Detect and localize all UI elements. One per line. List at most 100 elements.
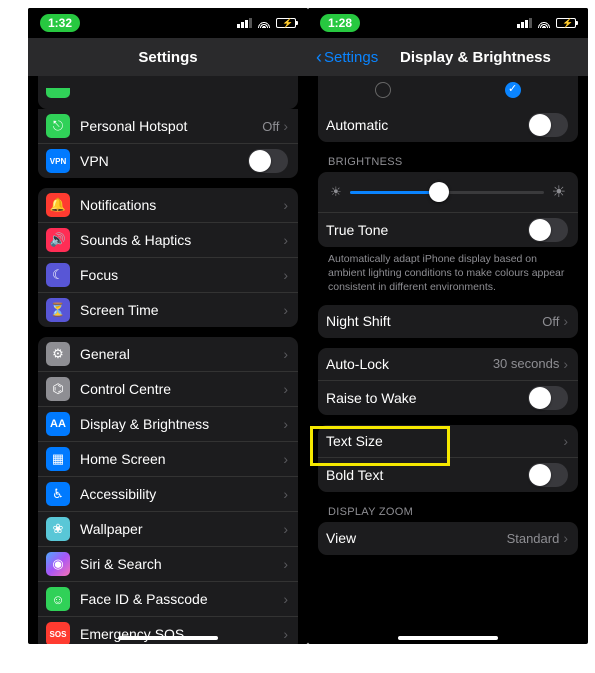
aa-icon: AA	[46, 412, 70, 436]
chevron-right-icon: ›	[283, 416, 288, 432]
row-display-brightness[interactable]: AA Display & Brightness›	[38, 407, 298, 442]
hourglass-icon: ⏳	[46, 298, 70, 322]
chevron-right-icon: ›	[563, 433, 568, 449]
group-general: ⚙General›⌬Control Centre›AADisplay & Bri…	[38, 337, 298, 644]
row-text-size[interactable]: Text Size ›	[318, 425, 578, 458]
wifi-icon	[257, 18, 271, 28]
row-general[interactable]: ⚙General›	[38, 337, 298, 372]
row-label: Wallpaper	[80, 521, 283, 537]
row-notifications[interactable]: 🔔Notifications›	[38, 188, 298, 223]
speaker-icon: 🔊	[46, 228, 70, 252]
chevron-right-icon: ›	[283, 591, 288, 607]
section-title-zoom: Display Zoom	[328, 506, 588, 518]
group-notifications: 🔔Notifications›🔊Sounds & Haptics›☾Focus›…	[38, 188, 298, 327]
group-night-shift: Night Shift Off ›	[318, 305, 578, 338]
row-label: Focus	[80, 267, 283, 283]
appearance-option-light[interactable]	[375, 82, 391, 98]
row-night-shift[interactable]: Night Shift Off ›	[318, 305, 578, 338]
status-bar: 1:32 ⚡	[28, 8, 308, 38]
row-label: VPN	[80, 153, 248, 169]
toggle-raise-to-wake[interactable]	[528, 386, 568, 410]
sos-icon: SOS	[46, 622, 70, 644]
group-zoom: View Standard ›	[318, 522, 578, 555]
footnote-true-tone: Automatically adapt iPhone display based…	[328, 252, 568, 295]
row-label: Notifications	[80, 197, 283, 213]
row-bold-text[interactable]: Bold Text	[318, 458, 578, 492]
cellular-icon	[517, 18, 532, 28]
row-view[interactable]: View Standard ›	[318, 522, 578, 555]
status-bar: 1:28 ⚡	[308, 8, 588, 38]
row-label: General	[80, 346, 283, 362]
vpn-icon: VPN	[46, 149, 70, 173]
group-text: Text Size › Bold Text	[318, 425, 578, 492]
chevron-right-icon: ›	[563, 530, 568, 546]
chevron-right-icon: ›	[563, 313, 568, 329]
page-title: Display & Brightness	[400, 49, 551, 66]
section-title-brightness: Brightness	[328, 156, 588, 168]
chevron-right-icon: ›	[283, 521, 288, 537]
row-personal-hotspot[interactable]: ⎋Personal HotspotOff›	[38, 109, 298, 144]
row-label: Bold Text	[326, 467, 528, 483]
toggle-automatic[interactable]	[528, 113, 568, 137]
row-siri-search[interactable]: ◉Siri & Search›	[38, 547, 298, 582]
grid-icon: ▦	[46, 447, 70, 471]
row-label: Face ID & Passcode	[80, 591, 283, 607]
row-label: Accessibility	[80, 486, 283, 502]
row-label: Control Centre	[80, 381, 283, 397]
row-true-tone[interactable]: True Tone	[318, 213, 578, 247]
faceid-icon: ☺	[46, 587, 70, 611]
chevron-right-icon: ›	[283, 267, 288, 283]
row-sounds-haptics[interactable]: 🔊Sounds & Haptics›	[38, 223, 298, 258]
toggle-vpn[interactable]	[248, 149, 288, 173]
status-time: 1:32	[40, 14, 80, 32]
cellular-icon	[237, 18, 252, 28]
row-screen-time[interactable]: ⏳Screen Time›	[38, 293, 298, 327]
row-wallpaper[interactable]: ❀ Wallpaper›	[38, 512, 298, 547]
chevron-left-icon: ‹	[316, 47, 322, 68]
siri-icon: ◉	[46, 552, 70, 576]
row-value: Off	[262, 119, 279, 134]
chevron-right-icon: ›	[283, 197, 288, 213]
row-label: Personal Hotspot	[80, 118, 262, 134]
toggle-bold-text[interactable]	[528, 463, 568, 487]
unknown-icon	[46, 88, 70, 98]
sun-min-icon: ☀︎	[330, 184, 342, 200]
row-label: Display & Brightness	[80, 416, 283, 432]
brightness-slider[interactable]	[350, 191, 544, 194]
group-appearance: Automatic	[318, 76, 578, 142]
chevron-right-icon: ›	[283, 381, 288, 397]
home-indicator[interactable]	[118, 636, 218, 640]
row-label: Night Shift	[326, 313, 542, 329]
row-vpn[interactable]: VPN VPN	[38, 144, 298, 178]
row-value: 30 seconds	[493, 356, 560, 371]
appearance-option-dark[interactable]	[505, 82, 521, 98]
person-icon: ♿︎	[46, 482, 70, 506]
row-auto-lock[interactable]: Auto-Lock 30 seconds ›	[318, 348, 578, 381]
chevron-right-icon: ›	[283, 556, 288, 572]
chevron-right-icon: ›	[283, 626, 288, 642]
row-home-screen[interactable]: ▦Home Screen›	[38, 442, 298, 477]
row-brightness-slider[interactable]: ☀︎ ☀︎	[318, 172, 578, 213]
chevron-right-icon: ›	[283, 232, 288, 248]
row-face-id-passcode[interactable]: ☺ Face ID & Passcode›	[38, 582, 298, 617]
group-brightness: ☀︎ ☀︎ True Tone	[318, 172, 578, 247]
row-label: True Tone	[326, 222, 528, 238]
row-control-centre[interactable]: ⌬ Control Centre›	[38, 372, 298, 407]
row-automatic[interactable]: Automatic	[318, 108, 578, 142]
row-label: Home Screen	[80, 451, 283, 467]
back-button[interactable]: ‹ Settings	[316, 47, 378, 68]
row-raise-to-wake[interactable]: Raise to Wake	[318, 381, 578, 415]
flower-icon: ❀	[46, 517, 70, 541]
settings-screen: 1:32 ⚡ Settings ⎋Personal HotspotOff›VPN…	[28, 8, 308, 644]
wifi-icon	[537, 18, 551, 28]
row-focus[interactable]: ☾Focus›	[38, 258, 298, 293]
switches-icon: ⌬	[46, 377, 70, 401]
row-label: Screen Time	[80, 302, 283, 318]
row-accessibility[interactable]: ♿︎ Accessibility›	[38, 477, 298, 512]
toggle-true-tone[interactable]	[528, 218, 568, 242]
row-label: Raise to Wake	[326, 390, 528, 406]
home-indicator[interactable]	[398, 636, 498, 640]
row-label: View	[326, 530, 507, 546]
chevron-right-icon: ›	[283, 486, 288, 502]
chevron-right-icon: ›	[283, 346, 288, 362]
